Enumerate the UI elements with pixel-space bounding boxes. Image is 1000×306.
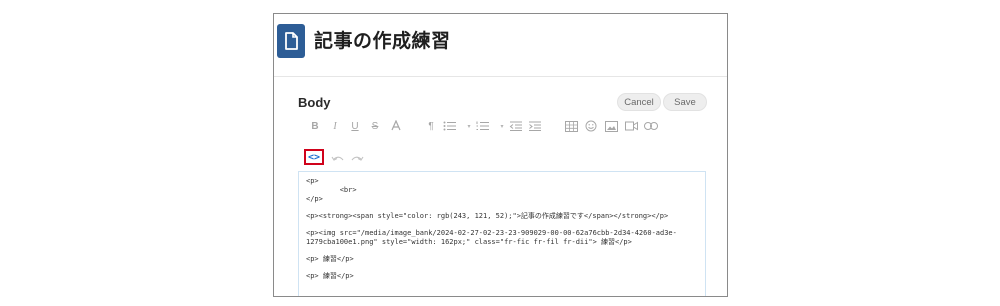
code-line: <p> 練習</p> [306, 272, 354, 280]
editor-toolbar: B I U S ¶ ▾ ▾ [304, 118, 704, 134]
editor-window: 記事の作成練習 Body Cancel Save B I U S ¶ ▾ ▾ <… [273, 13, 728, 297]
text-color-icon[interactable] [390, 118, 402, 134]
save-button[interactable]: Save [663, 93, 707, 111]
ordered-list-icon[interactable] [476, 118, 490, 134]
insert-video-icon[interactable] [624, 118, 638, 134]
code-line: </p> [306, 195, 323, 203]
body-editor-panel: Body Cancel Save B I U S ¶ ▾ ▾ <> <p> <b… [274, 77, 727, 296]
code-line: <p><strong><span style="color: rgb(243, … [306, 212, 669, 220]
code-editor[interactable]: <p> <br> </p> <p><strong><span style="co… [298, 171, 706, 296]
bold-icon[interactable]: B [310, 118, 320, 134]
ordered-list-dropdown[interactable]: ▾ [499, 118, 505, 134]
code-view-icon: <> [307, 151, 321, 163]
code-line: 1279cba100e1.png" style="width: 162px;" … [306, 238, 632, 246]
code-line: <p><img src="/media/image_bank/2024-02-2… [306, 229, 677, 237]
italic-icon[interactable]: I [330, 118, 340, 134]
redo-icon[interactable] [350, 151, 364, 163]
document-icon [277, 24, 305, 58]
indent-icon[interactable] [528, 118, 542, 134]
underline-icon[interactable]: U [350, 118, 360, 134]
undo-icon[interactable] [331, 151, 345, 163]
code-line: <p> [306, 177, 319, 185]
page-header: 記事の作成練習 [274, 14, 727, 77]
code-view-button[interactable]: <> [304, 149, 324, 165]
page-title: 記事の作成練習 [314, 30, 451, 52]
paragraph-format-icon[interactable]: ¶ [426, 118, 436, 134]
insert-link-icon[interactable] [644, 118, 658, 134]
cancel-button[interactable]: Cancel [617, 93, 661, 111]
field-label: Body [298, 95, 331, 110]
emoticon-icon[interactable] [584, 118, 598, 134]
outdent-icon[interactable] [509, 118, 523, 134]
list-style-dropdown[interactable]: ▾ [466, 118, 472, 134]
code-line: <br> [306, 186, 357, 194]
insert-image-icon[interactable] [604, 118, 618, 134]
unordered-list-icon[interactable] [443, 118, 457, 134]
strikethrough-icon[interactable]: S [370, 118, 380, 134]
insert-table-icon[interactable] [564, 118, 578, 134]
code-line: <p> 練習</p> [306, 255, 354, 263]
